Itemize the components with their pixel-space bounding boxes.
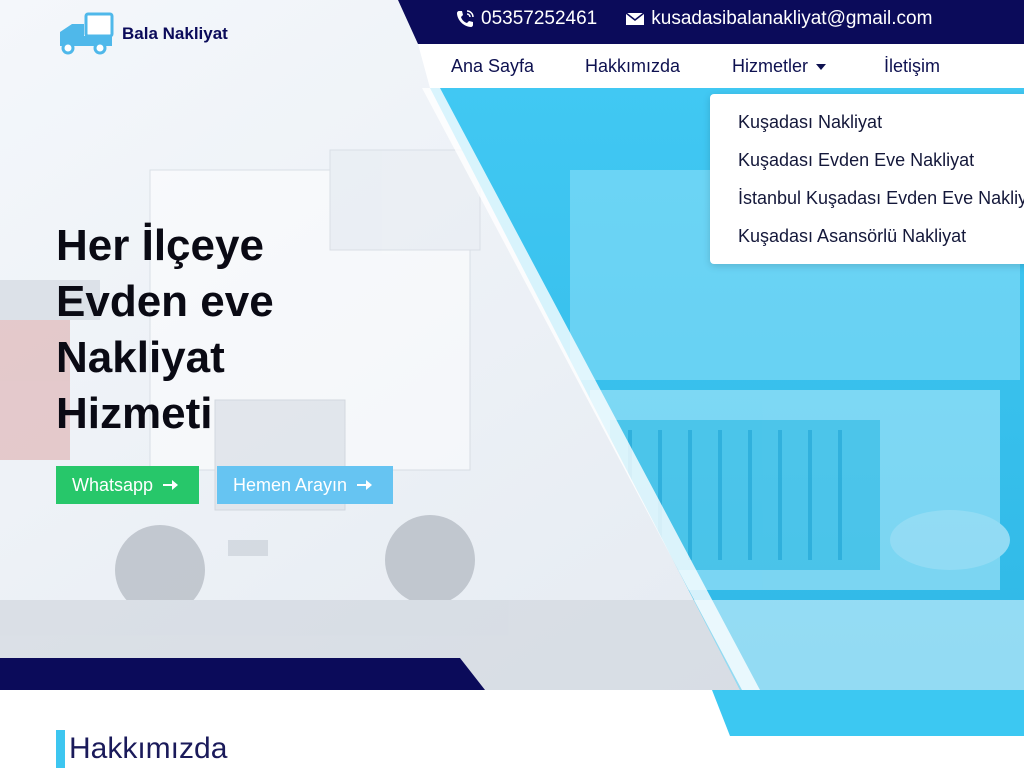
contact-info: 05357252461 kusadasibalanakliyat@gmail.c… xyxy=(455,8,932,30)
email-address: kusadasibalanakliyat@gmail.com xyxy=(651,8,933,29)
hero-headline: Her İlçeye Evden eve Nakliyat Hizmeti xyxy=(56,218,274,442)
dropdown-item-kusadasi-nakliyat[interactable]: Kuşadası Nakliyat xyxy=(738,112,882,133)
call-now-button-label: Hemen Arayın xyxy=(233,474,348,495)
dropdown-item-asansorlu[interactable]: Kuşadası Asansörlü Nakliyat xyxy=(738,226,966,247)
whatsapp-button-label: Whatsapp xyxy=(72,474,154,495)
bottom-cyan-band xyxy=(712,690,1024,736)
headline-line-1: Her İlçeye xyxy=(56,221,264,270)
nav-about[interactable]: Hakkımızda xyxy=(585,56,680,77)
email-contact[interactable]: kusadasibalanakliyat@gmail.com xyxy=(625,8,932,30)
truck-icon xyxy=(60,12,114,55)
arrow-right-icon xyxy=(163,480,179,490)
accent-bar xyxy=(56,730,65,768)
arrow-right-icon xyxy=(357,480,373,490)
brand-name: Bala Nakliyat xyxy=(122,24,228,43)
call-now-button[interactable]: Hemen Arayın xyxy=(217,466,393,504)
nav-contact[interactable]: İletişim xyxy=(884,56,940,77)
services-dropdown: Kuşadası Nakliyat Kuşadası Evden Eve Nak… xyxy=(710,94,1024,264)
nav-services-label: Hizmetler xyxy=(732,56,809,76)
phone-number: 05357252461 xyxy=(481,8,598,29)
caret-down-icon xyxy=(816,64,827,71)
section-title: Hakkımızda xyxy=(69,732,228,765)
bottom-navy-band xyxy=(0,658,485,690)
phone-icon xyxy=(457,10,474,27)
mail-icon xyxy=(625,12,645,25)
whatsapp-button[interactable]: Whatsapp xyxy=(56,466,199,504)
brand-logo[interactable]: Bala Nakliyat xyxy=(56,12,228,56)
nav-home[interactable]: Ana Sayfa xyxy=(451,56,534,77)
headline-line-4: Hizmeti xyxy=(56,389,213,438)
dropdown-item-evden-eve[interactable]: Kuşadası Evden Eve Nakliyat xyxy=(738,150,974,171)
phone-contact[interactable]: 05357252461 xyxy=(455,8,597,30)
about-section-heading: Hakkımızda xyxy=(56,730,227,768)
dropdown-item-istanbul-kusadasi[interactable]: İstanbul Kuşadası Evden Eve Nakliyat xyxy=(738,188,1024,209)
nav-services[interactable]: Hizmetler xyxy=(732,56,827,77)
headline-line-2: Evden eve xyxy=(56,277,274,326)
headline-line-3: Nakliyat xyxy=(56,333,225,382)
